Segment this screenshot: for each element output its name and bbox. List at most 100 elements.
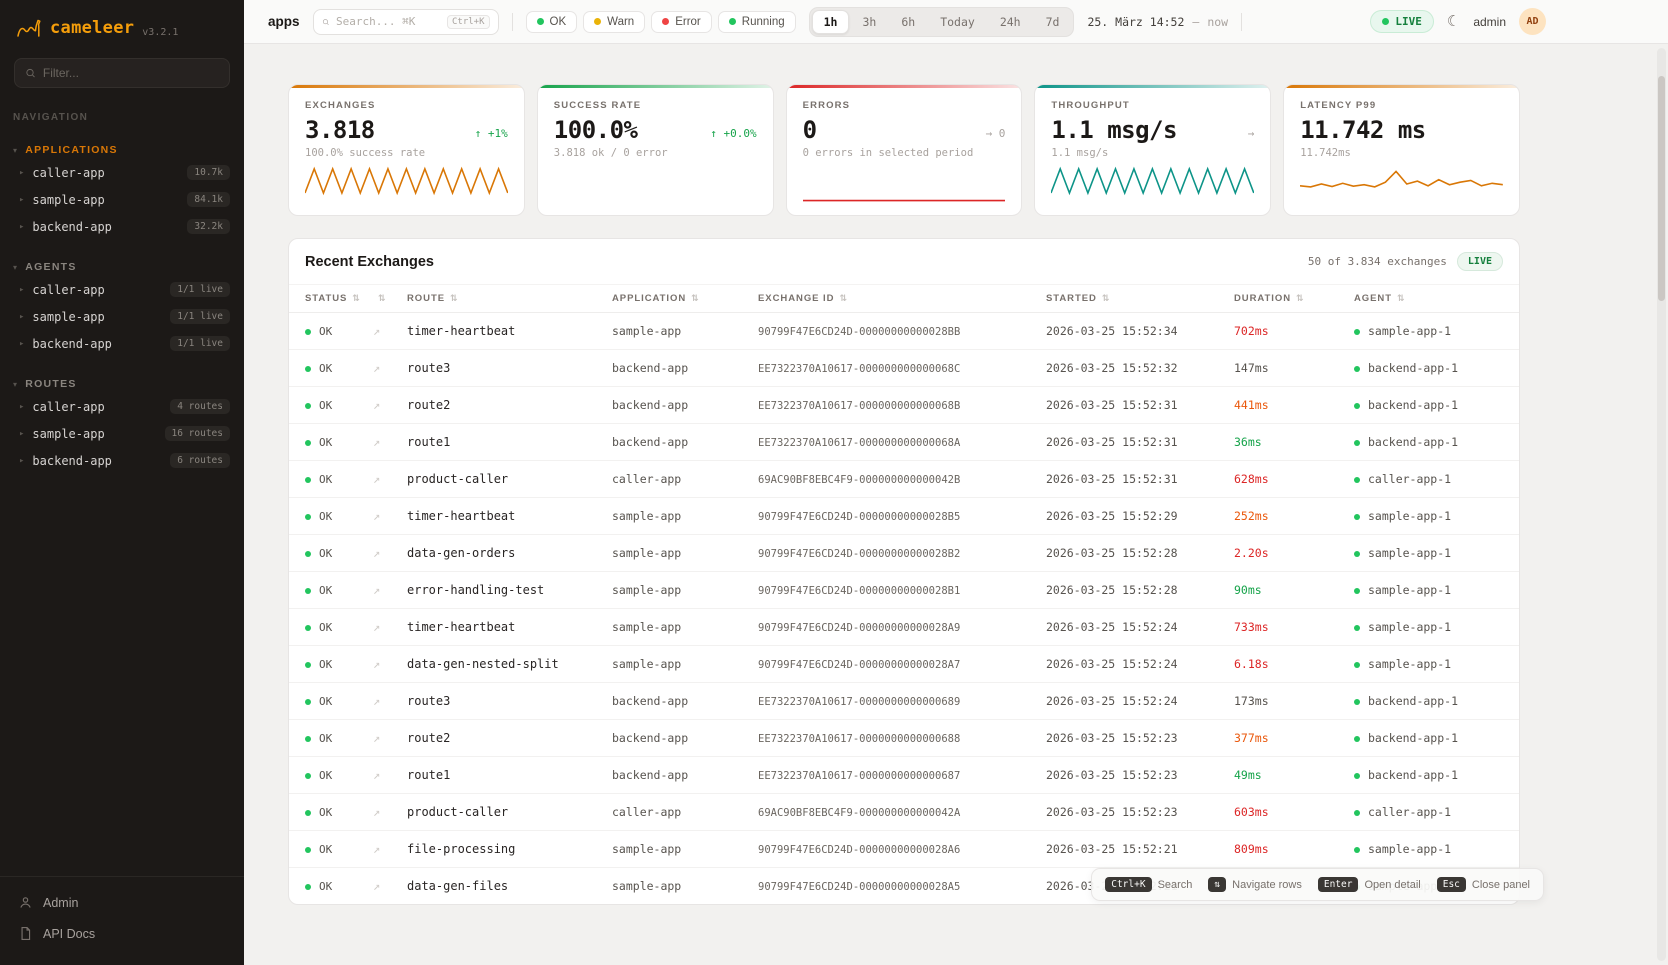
table-row[interactable]: OK↗product-callercaller-app69AC90BF8EBC4… xyxy=(289,461,1519,498)
open-detail-icon[interactable]: ↗ xyxy=(373,879,380,893)
theme-toggle[interactable]: ☾ xyxy=(1447,14,1460,29)
sidebar-section-applications[interactable]: ▾APPLICATIONS xyxy=(0,141,244,159)
table-row[interactable]: OK↗route3backend-appEE7322370A10617-0000… xyxy=(289,683,1519,720)
sidebar-item-routes-sample-app[interactable]: ▸sample-app16 routes xyxy=(0,420,244,447)
route-cell: product-caller xyxy=(407,794,612,831)
started-timestamp: 2026-03-25 15:52:29 xyxy=(1046,509,1178,523)
open-detail-icon[interactable]: ↗ xyxy=(373,435,380,449)
open-detail-icon[interactable]: ↗ xyxy=(373,583,380,597)
stat-cards: EXCHANGES3.818↑ +1%100.0% success rateSU… xyxy=(288,84,1520,216)
filter-input[interactable] xyxy=(43,66,219,80)
time-range-7d[interactable]: 7d xyxy=(1034,10,1072,34)
open-detail-icon[interactable]: ↗ xyxy=(373,324,380,338)
sidebar-item-applications-backend-app[interactable]: ▸backend-app32.2k xyxy=(0,213,244,240)
sidebar-section-agents[interactable]: ▾AGENTS xyxy=(0,258,244,276)
open-cell: ↗ xyxy=(373,720,407,757)
sidebar-item-agents-sample-app[interactable]: ▸sample-app1/1 live xyxy=(0,303,244,330)
sidebar-item-applications-sample-app[interactable]: ▸sample-app84.1k xyxy=(0,186,244,213)
column-application[interactable]: APPLICATION⇅ xyxy=(612,285,758,313)
table-row[interactable]: OK↗data-gen-orderssample-app90799F47E6CD… xyxy=(289,535,1519,572)
open-cell: ↗ xyxy=(373,498,407,535)
filter-chip-error[interactable]: Error xyxy=(651,11,712,33)
sidebar-item-routes-caller-app[interactable]: ▸caller-app4 routes xyxy=(0,393,244,420)
sidebar-item-badge: 10.7k xyxy=(187,165,230,180)
column-agent[interactable]: AGENT⇅ xyxy=(1354,285,1519,313)
agent-status-dot xyxy=(1354,699,1360,705)
live-badge[interactable]: LIVE xyxy=(1370,10,1434,33)
time-range-6h[interactable]: 6h xyxy=(889,10,927,34)
table-row[interactable]: OK↗timer-heartbeatsample-app90799F47E6CD… xyxy=(289,609,1519,646)
column-route[interactable]: ROUTE⇅ xyxy=(407,285,612,313)
search-input[interactable] xyxy=(336,15,440,28)
table-row[interactable]: OK↗product-callercaller-app69AC90BF8EBC4… xyxy=(289,794,1519,831)
table-row[interactable]: OK↗route3backend-appEE7322370A10617-0000… xyxy=(289,350,1519,387)
route-name: file-processing xyxy=(407,842,515,856)
open-detail-icon[interactable]: ↗ xyxy=(373,361,380,375)
table-row[interactable]: OK↗route2backend-appEE7322370A10617-0000… xyxy=(289,720,1519,757)
open-detail-icon[interactable]: ↗ xyxy=(373,620,380,634)
table-row[interactable]: OK↗route1backend-appEE7322370A10617-0000… xyxy=(289,424,1519,461)
status-ok-dot xyxy=(305,699,311,705)
page-title: apps xyxy=(268,14,300,29)
scrollbar-thumb[interactable] xyxy=(1658,76,1665,301)
open-detail-icon[interactable]: ↗ xyxy=(373,805,380,819)
started-timestamp: 2026-03-25 15:52:21 xyxy=(1046,842,1178,856)
sidebar-item-agents-caller-app[interactable]: ▸caller-app1/1 live xyxy=(0,276,244,303)
sidebar-footer-admin[interactable]: Admin xyxy=(0,887,244,918)
duration-cell: 377ms xyxy=(1234,720,1354,757)
column-open[interactable]: ⇅ xyxy=(373,285,407,313)
table-row[interactable]: OK↗error-handling-testsample-app90799F47… xyxy=(289,572,1519,609)
open-detail-icon[interactable]: ↗ xyxy=(373,731,380,745)
route-name: timer-heartbeat xyxy=(407,324,515,338)
status-dot xyxy=(594,18,601,25)
exchange-id: 90799F47E6CD24D-00000000000028B2 xyxy=(758,548,960,560)
open-detail-icon[interactable]: ↗ xyxy=(373,768,380,782)
admin-icon xyxy=(18,895,33,910)
keyboard-hints: Ctrl+KSearch⇅Navigate rowsEnterOpen deta… xyxy=(1091,868,1544,901)
duration-value: 90ms xyxy=(1234,583,1262,597)
status-cell: OK xyxy=(289,461,373,498)
column-exchange-id[interactable]: EXCHANGE ID⇅ xyxy=(758,285,1046,313)
sidebar-footer-api-docs[interactable]: API Docs xyxy=(0,918,244,949)
filter-chip-running[interactable]: Running xyxy=(718,11,796,33)
filter-chip-ok[interactable]: OK xyxy=(526,11,578,33)
column-status[interactable]: STATUS⇅ xyxy=(289,285,373,313)
open-detail-icon[interactable]: ↗ xyxy=(373,842,380,856)
open-detail-icon[interactable]: ↗ xyxy=(373,694,380,708)
time-range-today[interactable]: Today xyxy=(928,10,987,34)
time-range-1h[interactable]: 1h xyxy=(812,10,850,34)
started-cell: 2026-03-25 15:52:21 xyxy=(1046,831,1234,868)
open-detail-icon[interactable]: ↗ xyxy=(373,509,380,523)
sidebar-item-agents-backend-app[interactable]: ▸backend-app1/1 live xyxy=(0,330,244,357)
route-cell: timer-heartbeat xyxy=(407,498,612,535)
time-range-3h[interactable]: 3h xyxy=(850,10,888,34)
route-cell: file-processing xyxy=(407,831,612,868)
avatar[interactable]: AD xyxy=(1519,8,1546,35)
started-cell: 2026-03-25 15:52:29 xyxy=(1046,498,1234,535)
kbd-item: ⇅ xyxy=(1208,877,1226,892)
table-row[interactable]: OK↗route1backend-appEE7322370A10617-0000… xyxy=(289,757,1519,794)
route-name: route3 xyxy=(407,694,450,708)
route-cell: data-gen-files xyxy=(407,868,612,905)
sidebar-item-applications-caller-app[interactable]: ▸caller-app10.7k xyxy=(0,159,244,186)
open-detail-icon[interactable]: ↗ xyxy=(373,546,380,560)
sidebar-item-routes-backend-app[interactable]: ▸backend-app6 routes xyxy=(0,447,244,474)
open-detail-icon[interactable]: ↗ xyxy=(373,472,380,486)
exchange-id-cell: 90799F47E6CD24D-00000000000028A9 xyxy=(758,609,1046,646)
table-row[interactable]: OK↗data-gen-nested-splitsample-app90799F… xyxy=(289,646,1519,683)
card-title: LATENCY P99 xyxy=(1300,100,1503,111)
agent-status-dot xyxy=(1354,810,1360,816)
column-started[interactable]: STARTED⇅ xyxy=(1046,285,1234,313)
filter-chip-warn[interactable]: Warn xyxy=(583,11,645,33)
table-row[interactable]: OK↗file-processingsample-app90799F47E6CD… xyxy=(289,831,1519,868)
table-row[interactable]: OK↗route2backend-appEE7322370A10617-0000… xyxy=(289,387,1519,424)
scrollbar[interactable] xyxy=(1657,48,1666,961)
table-row[interactable]: OK↗timer-heartbeatsample-app90799F47E6CD… xyxy=(289,498,1519,535)
sidebar-item-label: sample-app xyxy=(32,310,162,324)
open-detail-icon[interactable]: ↗ xyxy=(373,398,380,412)
table-row[interactable]: OK↗timer-heartbeatsample-app90799F47E6CD… xyxy=(289,313,1519,350)
sidebar-section-routes[interactable]: ▾ROUTES xyxy=(0,375,244,393)
column-duration[interactable]: DURATION⇅ xyxy=(1234,285,1354,313)
open-detail-icon[interactable]: ↗ xyxy=(373,657,380,671)
time-range-24h[interactable]: 24h xyxy=(988,10,1033,34)
